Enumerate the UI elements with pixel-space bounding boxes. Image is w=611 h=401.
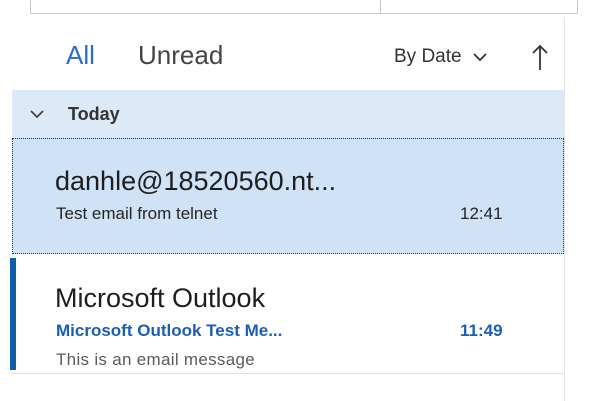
group-header-today[interactable]: Today xyxy=(12,90,564,138)
list-divider xyxy=(564,18,565,401)
arrow-up-icon[interactable] xyxy=(530,42,550,72)
message-sender: Microsoft Outlook xyxy=(55,283,266,313)
group-title: Today xyxy=(68,104,120,124)
tab-all-indicator xyxy=(66,76,102,78)
filter-row: All Unread By Date xyxy=(0,18,564,90)
tab-all[interactable]: All xyxy=(66,40,95,71)
sort-by-label: By Date xyxy=(394,46,462,67)
top-toolbar-remnant xyxy=(0,0,611,18)
toolbar-divider xyxy=(380,0,381,14)
message-subject: Test email from telnet xyxy=(56,204,218,223)
mail-list-page: All Unread By Date Today danhle@18520560… xyxy=(0,0,611,401)
unread-indicator-bar xyxy=(10,258,16,370)
toolbar-box xyxy=(30,0,578,14)
message-time: 12:41 xyxy=(460,204,503,223)
list-bottom-divider xyxy=(12,373,564,374)
sort-by-button[interactable]: By Date xyxy=(394,46,487,68)
message-subject: Microsoft Outlook Test Me... xyxy=(56,321,283,340)
chevron-down-icon[interactable] xyxy=(30,109,44,119)
message-time: 11:49 xyxy=(460,321,503,340)
chevron-down-icon xyxy=(473,53,487,62)
tab-unread[interactable]: Unread xyxy=(138,40,223,71)
message-preview: This is an email message xyxy=(56,350,255,369)
message-sender: danhle@18520560.nt... xyxy=(55,166,337,196)
